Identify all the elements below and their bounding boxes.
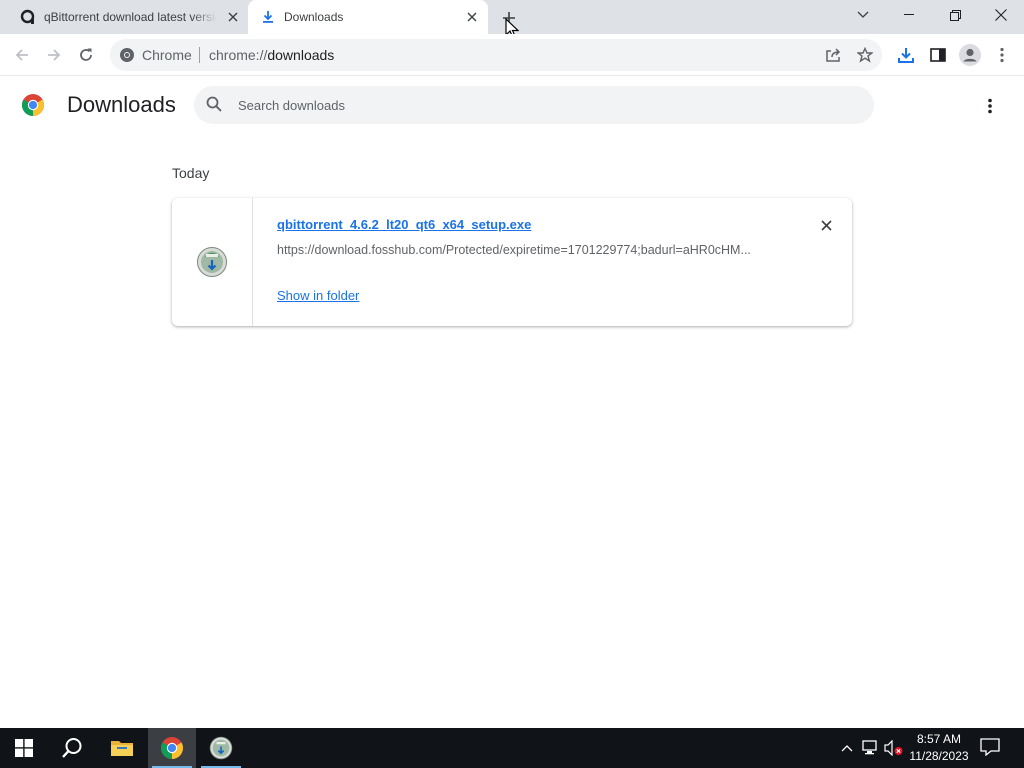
chrome-menu-button[interactable] (989, 42, 1015, 68)
more-actions-menu-button[interactable] (978, 94, 1002, 118)
show-in-folder-link[interactable]: Show in folder (277, 288, 359, 303)
windows-taskbar: 8:57 AM 11/28/2023 (0, 728, 1024, 768)
show-hidden-icons-chevron-icon[interactable] (837, 738, 857, 758)
address-bar[interactable]: Chrome chrome://downloads (110, 39, 882, 71)
tab-close-icon[interactable] (462, 7, 482, 27)
tab-strip: qBittorrent download latest version Down… (0, 0, 1024, 39)
download-file-name-link[interactable]: qbittorrent_4.6.2_lt20_qt6_x64_setup.exe (277, 217, 531, 232)
download-item-icon-column (172, 198, 253, 326)
omnibox-divider (199, 47, 200, 63)
taskbar-clock[interactable]: 8:57 AM 11/28/2023 (904, 731, 974, 765)
tab-downloads[interactable]: Downloads (248, 0, 488, 34)
bookmark-star-icon[interactable] (853, 43, 877, 67)
minimize-button[interactable] (886, 0, 932, 30)
start-button[interactable] (0, 728, 48, 768)
action-center-notification-icon[interactable] (980, 738, 1002, 758)
url-text[interactable]: chrome://downloads (209, 47, 334, 63)
search-input[interactable] (238, 86, 858, 124)
forward-button[interactable] (41, 42, 67, 68)
search-taskbar-icon[interactable] (48, 728, 96, 768)
clock-date: 11/28/2023 (909, 749, 969, 763)
remove-download-close-icon[interactable] (815, 214, 837, 236)
site-label: Chrome (142, 47, 192, 63)
side-panel-icon[interactable] (925, 42, 951, 68)
installer-taskbar-icon[interactable] (197, 728, 245, 768)
download-item-card: qbittorrent_4.6.2_lt20_qt6_x64_setup.exe… (172, 198, 852, 326)
download-source-url[interactable]: https://download.fosshub.com/Protected/e… (277, 243, 751, 257)
downloads-page-header: Downloads (0, 77, 1024, 133)
volume-muted-icon[interactable] (884, 738, 904, 758)
chrome-taskbar-icon[interactable] (148, 728, 196, 768)
reload-button[interactable] (73, 42, 99, 68)
tab-title: Downloads (284, 10, 344, 24)
close-window-button[interactable] (978, 0, 1024, 30)
url-scheme: chrome:// (209, 47, 268, 63)
profile-avatar-icon[interactable] (957, 42, 983, 68)
tab-search-chevron-icon[interactable] (840, 0, 886, 30)
installer-file-icon[interactable] (196, 246, 228, 278)
tab-title: qBittorrent download latest version (44, 10, 218, 24)
page-title: Downloads (67, 92, 176, 117)
browser-toolbar: Chrome chrome://downloads (0, 34, 1024, 76)
date-header: Today (172, 165, 210, 181)
share-icon[interactable] (821, 43, 845, 67)
file-explorer-icon[interactable] (98, 728, 146, 768)
qbittorrent-favicon-icon (20, 9, 36, 25)
search-icon (206, 96, 224, 114)
network-icon[interactable] (861, 738, 881, 758)
download-favicon-icon (260, 9, 276, 25)
back-button[interactable] (9, 42, 35, 68)
chrome-site-icon[interactable] (119, 47, 135, 63)
tab-qbittorrent[interactable]: qBittorrent download latest version (8, 0, 248, 34)
restore-button[interactable] (932, 0, 978, 30)
chrome-logo-icon (21, 93, 45, 117)
downloads-toolbar-button[interactable] (893, 42, 919, 68)
search-box[interactable] (194, 86, 874, 124)
url-path: downloads (267, 47, 335, 63)
tab-close-icon[interactable] (223, 7, 242, 27)
clock-time: 8:57 AM (916, 732, 962, 746)
